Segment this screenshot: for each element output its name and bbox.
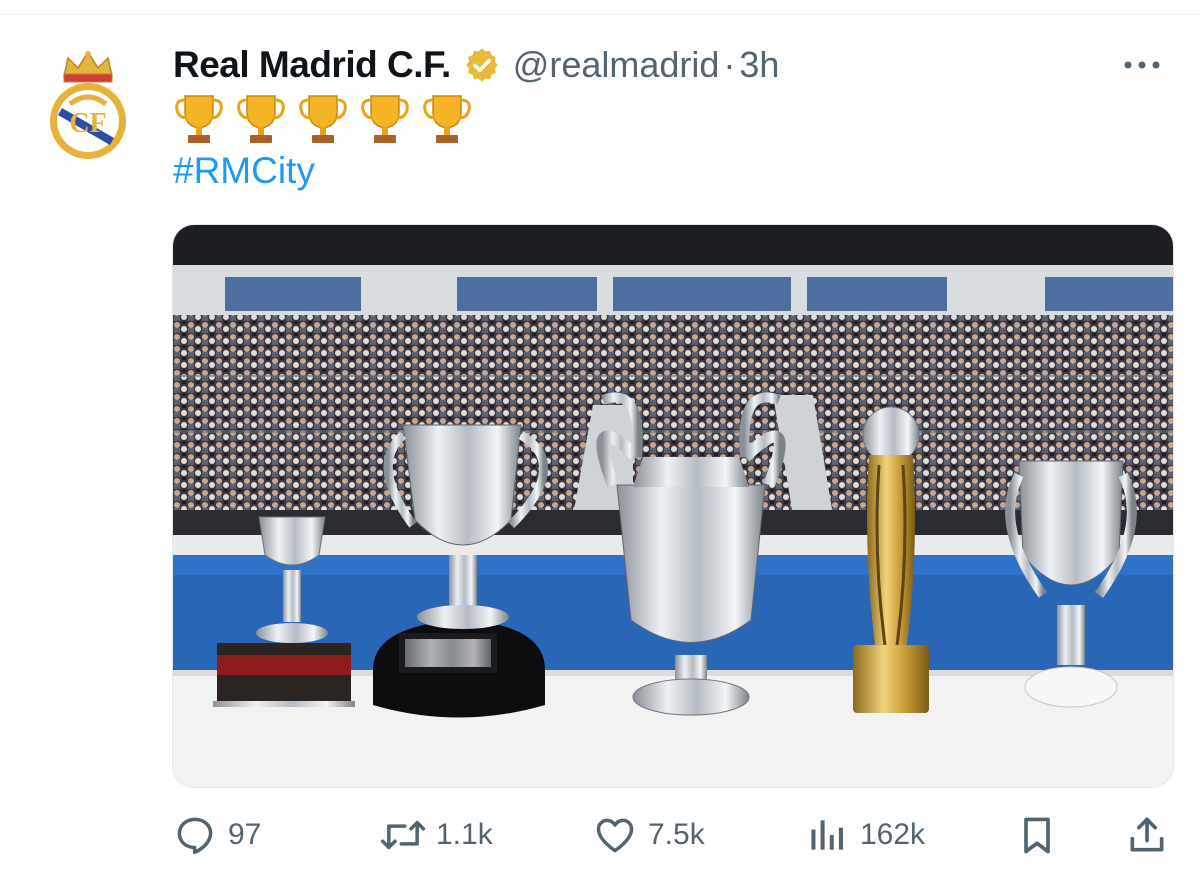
trophies-photo bbox=[173, 225, 1173, 787]
svg-text:CF: CF bbox=[69, 108, 106, 139]
retweet-icon bbox=[380, 812, 426, 858]
reply-button[interactable]: 97 bbox=[172, 805, 261, 865]
trophy-emoji-icon bbox=[175, 95, 223, 143]
hashtag-link[interactable]: #RMCity bbox=[173, 150, 315, 192]
views-button[interactable]: 162k bbox=[804, 805, 925, 865]
views-icon bbox=[804, 812, 850, 858]
top-divider bbox=[0, 14, 1200, 15]
view-count: 162k bbox=[860, 818, 926, 851]
tweet-header: Real Madrid C.F. @realmadrid · 3h bbox=[173, 40, 779, 90]
timestamp[interactable]: 3h bbox=[739, 44, 779, 86]
more-icon bbox=[1124, 61, 1160, 69]
reply-count: 97 bbox=[228, 818, 262, 851]
avatar[interactable]: CF bbox=[44, 46, 132, 166]
bookmark-icon bbox=[1014, 812, 1060, 858]
retweet-button[interactable]: 1.1k bbox=[380, 805, 493, 865]
like-button[interactable]: 7.5k bbox=[592, 805, 705, 865]
like-icon bbox=[592, 812, 638, 858]
handle[interactable]: @realmadrid bbox=[513, 44, 720, 86]
bookmark-button[interactable] bbox=[1014, 805, 1060, 865]
trophy-emoji-icon bbox=[237, 95, 285, 143]
trophy-emoji-row bbox=[173, 92, 473, 152]
like-count: 7.5k bbox=[648, 818, 705, 851]
reply-icon bbox=[172, 812, 218, 858]
trophy-emoji-icon bbox=[361, 95, 409, 143]
share-button[interactable] bbox=[1124, 805, 1170, 865]
more-button[interactable] bbox=[1120, 50, 1164, 80]
separator-dot: · bbox=[723, 44, 736, 85]
real-madrid-crest-icon: CF bbox=[50, 50, 126, 159]
tweet-actions: 97 1.1k 7.5k 162k bbox=[172, 805, 1172, 865]
verified-badge-icon bbox=[463, 46, 501, 84]
tweet-photo[interactable] bbox=[172, 224, 1174, 788]
share-icon bbox=[1124, 812, 1170, 858]
trophy-emoji-icon bbox=[299, 95, 347, 143]
display-name[interactable]: Real Madrid C.F. bbox=[173, 44, 451, 86]
trophy-emoji-icon bbox=[423, 95, 471, 143]
retweet-count: 1.1k bbox=[436, 818, 493, 851]
